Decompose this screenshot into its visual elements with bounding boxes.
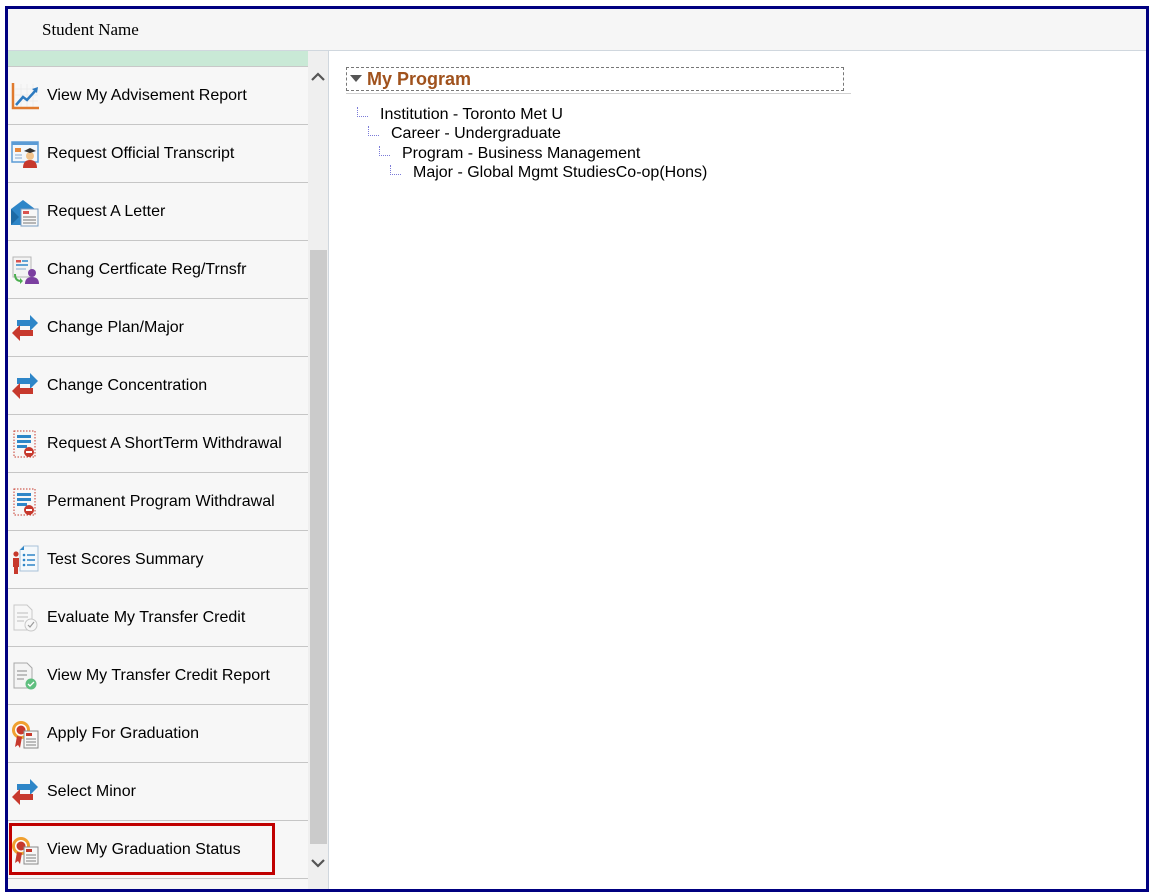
chart-trend-icon [10,81,40,111]
scrollbar-thumb[interactable] [310,250,327,844]
certificate-transfer-icon [10,255,40,285]
scroll-down-button[interactable] [308,853,328,873]
tree-node-program: Program - Business Management [379,144,640,163]
chevron-down-icon [311,859,325,868]
sidebar-item-view-graduation-status[interactable]: View My Graduation Status [8,821,308,879]
sidebar-scrollbar[interactable] [308,51,329,889]
sidebar-item-change-certificate[interactable]: Chang Certficate Reg/Trnsfr [8,241,308,299]
tree-node-label: Major - Global Mgmt StudiesCo-op(Hons) [413,163,708,181]
sidebar-item-label: View My Graduation Status [47,840,241,858]
document-check-icon [10,661,40,691]
document-evaluate-icon [10,603,40,633]
sidebar-item-apply-for-graduation[interactable]: Apply For Graduation [8,705,308,763]
group-title: My Program [367,68,472,89]
sidebar-item-label: Chang Certficate Reg/Trnsfr [47,260,247,278]
page-frame: Student Name View My Advisement Report R… [5,6,1149,892]
sidebar-item-label: Test Scores Summary [47,550,204,568]
graduation-award-icon [10,719,40,749]
active-item-strip [8,51,308,67]
sidebar-item-change-plan-major[interactable]: Change Plan/Major [8,299,308,357]
student-name: Student Name [42,20,139,39]
sidebar-item-view-advisement-report[interactable]: View My Advisement Report [8,67,308,125]
sidebar-item-shortterm-withdrawal[interactable]: Request A ShortTerm Withdrawal [8,415,308,473]
sidebar-item-change-concentration[interactable]: Change Concentration [8,357,308,415]
sidebar-item-label: View My Transfer Credit Report [47,666,270,684]
withdrawal-document-icon [10,429,40,459]
sidebar-item-label: Apply For Graduation [47,724,200,742]
sidebar-item-label: Change Concentration [47,376,208,394]
tree-node-label: Program - Business Management [402,144,641,162]
sidebar-item-label: Request A ShortTerm Withdrawal [47,434,282,452]
sidebar-menu: View My Advisement Report Request Offici… [8,51,308,889]
withdrawal-document-icon [10,487,40,517]
sidebar-menu-list: View My Advisement Report Request Offici… [8,67,308,879]
sidebar-item-test-scores-summary[interactable]: Test Scores Summary [8,531,308,589]
sidebar-item-view-transfer-credit-report[interactable]: View My Transfer Credit Report [8,647,308,705]
swap-arrows-icon [10,777,40,807]
tree-node-label: Institution - Toronto Met U [380,105,563,123]
tree-connector [357,106,368,117]
tree-node-major: Major - Global Mgmt StudiesCo-op(Hons) [390,163,707,182]
tree-node-institution: Institution - Toronto Met U [357,105,563,124]
sidebar-item-label: Change Plan/Major [47,318,184,336]
tree-node-career: Career - Undergraduate [368,124,561,143]
letter-envelope-icon [10,197,40,227]
tree-node-label: Career - Undergraduate [391,124,561,142]
group-divider [346,93,851,94]
main-content: My Program Institution - Toronto Met U C… [329,51,1146,889]
sidebar-item-request-transcript[interactable]: Request Official Transcript [8,125,308,183]
sidebar-item-label: Request Official Transcript [47,144,235,162]
sidebar-item-permanent-withdrawal[interactable]: Permanent Program Withdrawal [8,473,308,531]
test-scores-icon [10,545,40,575]
transcript-graduate-icon [10,139,40,169]
scroll-up-button[interactable] [308,67,328,87]
tree-connector [368,125,379,136]
sidebar-item-label: Evaluate My Transfer Credit [47,608,246,626]
collapse-caret-icon [350,75,362,82]
swap-arrows-icon [10,371,40,401]
page-header: Student Name [8,9,1146,51]
my-program-group-toggle[interactable]: My Program [346,67,844,91]
tree-connector [390,164,401,175]
swap-arrows-icon [10,313,40,343]
sidebar-item-label: View My Advisement Report [47,86,247,104]
sidebar-item-request-letter[interactable]: Request A Letter [8,183,308,241]
graduation-award-icon [10,835,40,865]
sidebar-item-select-minor[interactable]: Select Minor [8,763,308,821]
sidebar-item-label: Select Minor [47,782,136,800]
tree-connector [379,145,390,156]
sidebar-item-label: Request A Letter [47,202,166,220]
sidebar-item-evaluate-transfer-credit[interactable]: Evaluate My Transfer Credit [8,589,308,647]
sidebar-item-label: Permanent Program Withdrawal [47,492,275,510]
chevron-up-icon [311,72,325,81]
